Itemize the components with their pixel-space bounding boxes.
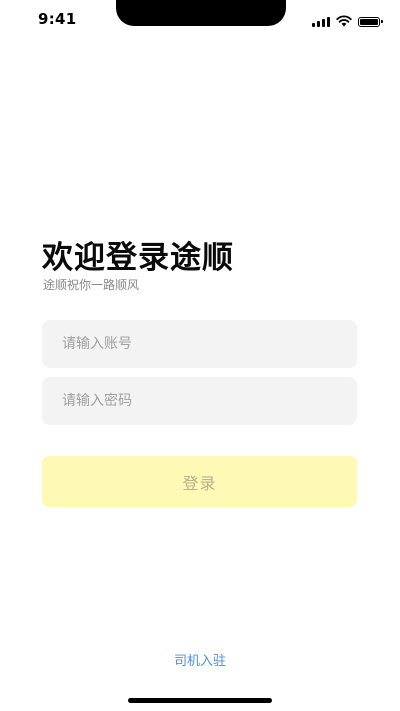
status-bar: 9:41 <box>0 0 400 40</box>
status-icons <box>312 12 383 31</box>
page-title: 欢迎登录途顺 <box>42 240 234 276</box>
status-time: 9:41 <box>38 10 77 28</box>
driver-signup-link[interactable]: 司机入驻 <box>0 650 400 669</box>
signal-icon <box>312 16 330 27</box>
camera-notch <box>116 0 286 26</box>
account-input[interactable] <box>42 320 357 368</box>
page-subtitle: 途顺祝你一路顺风 <box>43 278 140 292</box>
login-button[interactable]: 登录 <box>42 456 357 507</box>
password-input[interactable] <box>42 377 357 425</box>
home-indicator <box>128 698 272 703</box>
wifi-icon <box>336 12 352 31</box>
battery-icon <box>358 16 383 27</box>
